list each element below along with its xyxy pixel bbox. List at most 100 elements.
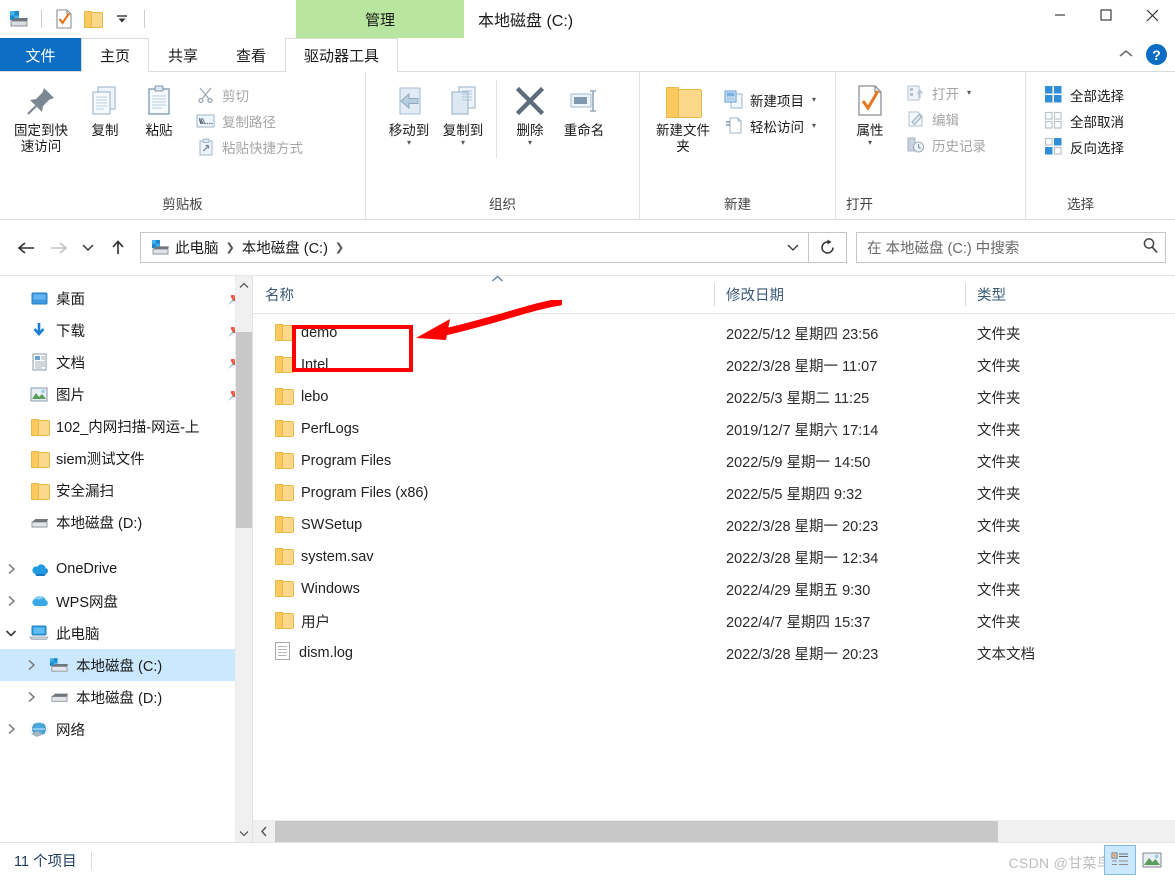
paste-button[interactable]: 粘贴 — [132, 78, 186, 141]
new-folder-icon[interactable] — [82, 8, 104, 30]
column-date-modified[interactable]: 修改日期 — [714, 276, 965, 313]
properties-button[interactable]: 属性 ▾ — [842, 78, 898, 150]
table-row[interactable]: demo 2022/5/12 星期四 23:56 文件夹 — [253, 317, 1175, 349]
select-all-icon — [1043, 84, 1064, 105]
table-row[interactable]: Intel 2022/3/28 星期一 11:07 文件夹 — [253, 349, 1175, 381]
file-name-cell: Intel — [253, 355, 714, 375]
maximize-button[interactable] — [1083, 0, 1129, 30]
close-button[interactable] — [1129, 0, 1175, 30]
hscrollbar-thumb[interactable] — [275, 821, 998, 842]
tab-file[interactable]: 文件 — [0, 38, 81, 71]
select-all-button[interactable]: 全部选择 — [1040, 82, 1130, 107]
table-row[interactable]: 用户 2022/4/7 星期四 15:37 文件夹 — [253, 605, 1175, 637]
up-button[interactable] — [101, 231, 134, 265]
table-row[interactable]: system.sav 2022/3/28 星期一 12:34 文件夹 — [253, 541, 1175, 573]
nav-scrollbar-thumb[interactable] — [236, 332, 252, 528]
search-input[interactable]: 在 本地磁盘 (C:) 中搜索 — [856, 232, 1166, 263]
table-row[interactable]: Windows 2022/4/29 星期五 9:30 文件夹 — [253, 573, 1175, 605]
chevron-right-icon[interactable] — [0, 723, 22, 735]
nav-item-this-pc[interactable]: 此电脑 — [0, 617, 252, 649]
column-name[interactable]: 名称 — [253, 276, 714, 313]
history-button[interactable]: 历史记录 — [902, 132, 992, 157]
chevron-down-icon: ▾ — [460, 138, 465, 148]
nav-item-network-label: 网络 — [56, 722, 85, 739]
nav-item-documents[interactable]: 文档 📌 — [0, 346, 252, 378]
nav-item-local-disk-c[interactable]: 本地磁盘 (C:) — [0, 649, 252, 681]
table-row[interactable]: Program Files (x86) 2022/5/5 星期四 9:32 文件… — [253, 477, 1175, 509]
scroll-left-icon[interactable] — [253, 821, 275, 842]
help-icon[interactable]: ? — [1146, 44, 1167, 65]
back-button[interactable] — [9, 231, 42, 265]
chevron-right-icon[interactable] — [20, 659, 42, 671]
pin-to-quick-access-button[interactable]: 固定到快速访问 — [4, 78, 78, 158]
drive-icon[interactable] — [8, 8, 30, 30]
new-item-button[interactable]: 新建项目 ▾ — [720, 87, 822, 112]
scroll-up-icon[interactable] — [236, 276, 252, 294]
nav-item-downloads[interactable]: 下载 📌 — [0, 314, 252, 346]
chevron-right-icon[interactable] — [0, 563, 22, 575]
horizontal-scrollbar[interactable] — [253, 820, 1175, 842]
nav-item-wps-cloud[interactable]: WPS网盘 — [0, 585, 252, 617]
nav-item-pictures[interactable]: 图片 📌 — [0, 378, 252, 410]
breadcrumb-this-pc[interactable]: 此电脑 — [147, 234, 223, 261]
rename-button[interactable]: 重命名 — [557, 78, 611, 141]
nav-item-folder-security[interactable]: 安全漏扫 — [0, 474, 252, 506]
refresh-button[interactable] — [809, 232, 847, 263]
tab-share[interactable]: 共享 — [149, 38, 217, 71]
nav-item-onedrive[interactable]: OneDrive — [0, 553, 252, 585]
details-view-icon[interactable] — [1104, 845, 1136, 875]
chevron-up-icon[interactable] — [1118, 47, 1134, 62]
nav-item-local-disk-d[interactable]: 本地磁盘 (D:) — [0, 681, 252, 713]
copy-path-button[interactable]: \\... 复制路径 — [192, 108, 309, 133]
move-to-button[interactable]: 移动到 ▾ — [382, 78, 436, 150]
nav-item-folder-siem[interactable]: siem测试文件 — [0, 442, 252, 474]
forward-button[interactable] — [42, 231, 75, 265]
nav-item-folder-102[interactable]: 102_内网扫描-网运-上 — [0, 410, 252, 442]
table-row[interactable]: Program Files 2022/5/9 星期一 14:50 文件夹 — [253, 445, 1175, 477]
open-button[interactable]: 打开 ▾ — [902, 80, 992, 105]
breadcrumb-local-disk-c[interactable]: 本地磁盘 (C:) — [238, 234, 332, 261]
easy-access-button[interactable]: 轻松访问 ▾ — [720, 113, 822, 138]
table-row[interactable]: SWSetup 2022/3/28 星期一 20:23 文件夹 — [253, 509, 1175, 541]
drive-icon — [49, 690, 69, 704]
chevron-down-icon[interactable] — [0, 629, 22, 638]
nav-scrollbar-track[interactable] — [236, 294, 252, 824]
tab-home[interactable]: 主页 — [81, 38, 150, 72]
hscrollbar-track[interactable] — [275, 821, 1175, 842]
chevron-down-icon[interactable] — [111, 8, 133, 30]
qat-divider-2 — [144, 10, 145, 28]
table-row[interactable]: PerfLogs 2019/12/7 星期六 17:14 文件夹 — [253, 413, 1175, 445]
column-type[interactable]: 类型 — [965, 276, 1175, 313]
address-dropdown-icon[interactable] — [780, 233, 806, 262]
nav-pane-scrollbar[interactable] — [235, 276, 252, 842]
chevron-right-icon[interactable] — [0, 595, 22, 607]
nav-item-desktop[interactable]: 桌面 📌 — [0, 282, 252, 314]
search-icon[interactable] — [1142, 237, 1159, 259]
invert-selection-button[interactable]: 反向选择 — [1040, 134, 1130, 159]
file-name-label: lebo — [301, 389, 329, 405]
delete-button[interactable]: 删除 ▾ — [503, 78, 557, 150]
new-folder-button[interactable]: 新建文件夹 — [650, 78, 716, 158]
tab-drive-tools[interactable]: 驱动器工具 — [285, 38, 399, 72]
select-none-button[interactable]: 全部取消 — [1040, 108, 1130, 133]
cut-button[interactable]: 剪切 — [192, 82, 309, 107]
edit-button[interactable]: 编辑 — [902, 106, 992, 131]
thumbnails-view-icon[interactable] — [1137, 846, 1167, 874]
nav-item-network[interactable]: 网络 — [0, 713, 252, 745]
nav-item-local-disk-d-quick[interactable]: 本地磁盘 (D:) — [0, 506, 252, 538]
chevron-right-icon-2[interactable]: ❯ — [332, 241, 347, 254]
copy-button[interactable]: 复制 — [78, 78, 132, 141]
recent-locations-button[interactable] — [75, 231, 101, 265]
address-bar[interactable]: 此电脑 ❯ 本地磁盘 (C:) ❯ — [140, 232, 809, 263]
copy-to-button[interactable]: 复制到 ▾ — [436, 78, 490, 150]
chevron-right-icon[interactable]: ❯ — [223, 241, 238, 254]
table-row[interactable]: lebo 2022/5/3 星期二 11:25 文件夹 — [253, 381, 1175, 413]
chevron-right-icon[interactable] — [20, 691, 42, 703]
scroll-down-icon[interactable] — [236, 824, 252, 842]
properties-icon[interactable] — [53, 8, 75, 30]
file-type-cell: 文件夹 — [977, 390, 1021, 407]
table-row[interactable]: dism.log 2022/3/28 星期一 20:23 文本文档 — [253, 637, 1175, 669]
minimize-button[interactable] — [1037, 0, 1083, 30]
paste-shortcut-button[interactable]: 粘贴快捷方式 — [192, 134, 309, 159]
tab-view[interactable]: 查看 — [217, 38, 285, 71]
